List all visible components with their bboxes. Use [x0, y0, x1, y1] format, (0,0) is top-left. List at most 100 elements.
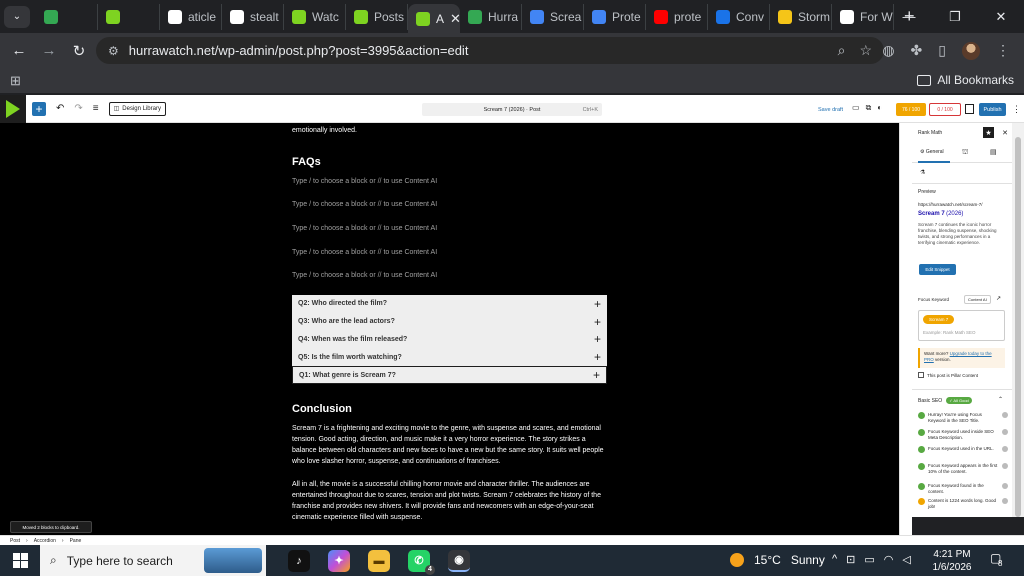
browser-tab[interactable]: Hurra: [460, 3, 522, 30]
tiktok-icon[interactable]: ♪: [288, 549, 310, 572]
close-sidebar-icon[interactable]: ✕: [1002, 129, 1008, 137]
taskbar-search[interactable]: ⌕ Type here to search: [40, 545, 266, 576]
browser-tab[interactable]: A ✕: [408, 3, 460, 34]
accordion-pane-selected[interactable]: Q1: What genre is Scream 7? +: [292, 366, 607, 384]
network-icon[interactable]: ⊡: [846, 553, 855, 566]
accordion-pane[interactable]: Q4: When was the film released? +: [292, 331, 607, 349]
help-icon[interactable]: [1002, 412, 1008, 418]
conclusion-heading[interactable]: Conclusion: [292, 403, 612, 415]
tab-search-button[interactable]: ⌄: [4, 5, 30, 28]
paragraph-block[interactable]: emotionally involved.: [292, 126, 612, 136]
minimize-button[interactable]: —: [886, 9, 932, 24]
browser-tab[interactable]: Posts: [346, 3, 408, 30]
file-explorer-icon[interactable]: ▬: [368, 549, 390, 572]
site-info-icon[interactable]: ⚙: [108, 44, 119, 58]
focus-keyword-input[interactable]: Scream 7 Example: Rank Math SEO: [918, 310, 1005, 341]
browser-tab[interactable]: stealt: [222, 3, 284, 30]
content-ai-button[interactable]: Content AI: [964, 295, 991, 304]
profile-avatar[interactable]: [962, 41, 980, 60]
options-menu-icon[interactable]: ⋮: [1012, 104, 1021, 115]
faqs-heading[interactable]: FAQs: [292, 156, 612, 168]
conclusion-paragraph[interactable]: All in all, the movie is a successful ch…: [292, 479, 607, 523]
editor-canvas[interactable]: emotionally involved. FAQs Type / to cho…: [0, 123, 899, 535]
document-title-bar[interactable]: Scream 7 (2026) · Post Ctrl+K: [422, 103, 602, 116]
expand-plus-icon[interactable]: +: [594, 315, 601, 329]
browser-tab[interactable]: Prote: [584, 3, 646, 30]
browser-tab[interactable]: aticle: [160, 3, 222, 30]
breadcrumb-item[interactable]: Accordion: [34, 538, 56, 544]
tab-social-icon[interactable]: ⛫: [962, 148, 968, 157]
address-bar[interactable]: ⚙ hurrawatch.net/wp-admin/post.php?post=…: [96, 37, 884, 64]
collapse-chevron-icon[interactable]: ⌃: [998, 396, 1003, 403]
tab-advanced-icon[interactable]: ⚗: [920, 169, 925, 176]
help-icon[interactable]: [1002, 429, 1008, 435]
side-panel-icon[interactable]: ▯: [938, 42, 946, 59]
site-logo-button[interactable]: [0, 94, 26, 123]
reload-button[interactable]: ↻: [64, 42, 94, 60]
conclusion-paragraph[interactable]: Scream 7 is a frightening and exciting m…: [292, 423, 607, 467]
block-inserter-button[interactable]: +: [32, 101, 46, 116]
tab-schema-icon[interactable]: ▤: [990, 148, 997, 156]
browser-tab[interactable]: Storm: [770, 3, 832, 30]
seo-score-badge[interactable]: 76 / 100: [896, 103, 926, 116]
browser-tab[interactable]: prote: [646, 3, 708, 30]
breadcrumb-item[interactable]: Pane: [70, 538, 82, 544]
show-hidden-icons-chevron[interactable]: ^: [832, 553, 837, 566]
bookmark-star-icon[interactable]: ☆: [859, 42, 872, 59]
save-draft-button[interactable]: Save draft: [818, 107, 843, 113]
empty-block-placeholder[interactable]: Type / to choose a block or // to use Co…: [292, 225, 437, 232]
copilot-icon[interactable]: ✦: [328, 549, 350, 572]
preview-icon[interactable]: ▭: [852, 103, 860, 113]
browser-tab[interactable]: Conv: [708, 3, 770, 30]
close-tab-icon[interactable]: ✕: [450, 11, 460, 27]
browser-tab[interactable]: Screa: [522, 3, 584, 30]
edit-snippet-button[interactable]: Edit Snippet: [919, 264, 956, 275]
help-icon[interactable]: [1002, 483, 1008, 489]
weather-widget[interactable]: 15°C Sunny: [730, 553, 825, 567]
checkbox[interactable]: [918, 372, 924, 378]
empty-block-placeholder[interactable]: Type / to choose a block or // to use Co…: [292, 249, 437, 256]
accordion-pane[interactable]: Q5: Is the film worth watching? +: [292, 348, 607, 366]
notification-center-icon[interactable]: ▢ 8: [990, 551, 1008, 569]
accordion-pane[interactable]: Q2: Who directed the film? +: [292, 295, 607, 313]
help-icon[interactable]: [1002, 446, 1008, 452]
help-icon[interactable]: [1002, 463, 1008, 469]
all-bookmarks-button[interactable]: All Bookmarks: [917, 73, 1014, 87]
keyword-chip[interactable]: Scream 7: [923, 315, 955, 324]
expand-plus-icon[interactable]: +: [594, 350, 601, 364]
restore-button[interactable]: ❐: [932, 9, 978, 25]
expand-plus-icon[interactable]: +: [593, 368, 600, 382]
expand-plus-icon[interactable]: +: [594, 297, 601, 311]
sidebar-scrollbar[interactable]: [1012, 123, 1024, 517]
zoom-icon[interactable]: ⌕: [838, 42, 846, 59]
battery-icon[interactable]: ▭: [864, 553, 874, 566]
back-button[interactable]: ←: [4, 42, 34, 59]
settings-sidebar-icon[interactable]: [965, 104, 974, 114]
whatsapp-icon[interactable]: ✆ 4: [408, 549, 435, 575]
document-overview-icon[interactable]: ≡: [93, 103, 99, 114]
chrome-icon[interactable]: ◉: [448, 549, 470, 572]
redo-icon[interactable]: ↷: [74, 103, 82, 114]
apps-grid-icon[interactable]: ⊞: [10, 73, 21, 89]
empty-block-placeholder[interactable]: Type / to choose a block or // to use Co…: [292, 201, 437, 208]
expand-plus-icon[interactable]: +: [594, 332, 601, 346]
tab-general[interactable]: ⚙ General: [920, 149, 944, 155]
clock[interactable]: 4:21 PM 1/6/2026: [930, 548, 974, 574]
wifi-icon[interactable]: ◠: [884, 553, 894, 566]
trends-icon[interactable]: ↗: [996, 295, 1001, 302]
volume-icon[interactable]: ◁: [902, 553, 910, 566]
empty-block-placeholder[interactable]: Type / to choose a block or // to use Co…: [292, 178, 437, 185]
start-button[interactable]: [0, 545, 40, 576]
pillar-content-checkbox[interactable]: This post is Pillar Content: [918, 372, 978, 378]
content-score-badge[interactable]: 0 / 100: [929, 103, 961, 116]
view-post-icon[interactable]: ⧉: [866, 103, 872, 113]
browser-tab[interactable]: Watc: [284, 3, 346, 30]
browser-tab[interactable]: [98, 3, 160, 30]
forward-button[interactable]: →: [34, 42, 64, 59]
basic-seo-header[interactable]: Basic SEO ✓ All Good: [918, 397, 972, 404]
breadcrumb-item[interactable]: Post: [10, 538, 20, 544]
publish-button[interactable]: Publish: [979, 103, 1006, 116]
browser-tab[interactable]: For W: [832, 3, 894, 30]
close-window-button[interactable]: ✕: [978, 9, 1024, 25]
extensions-icon[interactable]: ✤: [911, 42, 923, 59]
